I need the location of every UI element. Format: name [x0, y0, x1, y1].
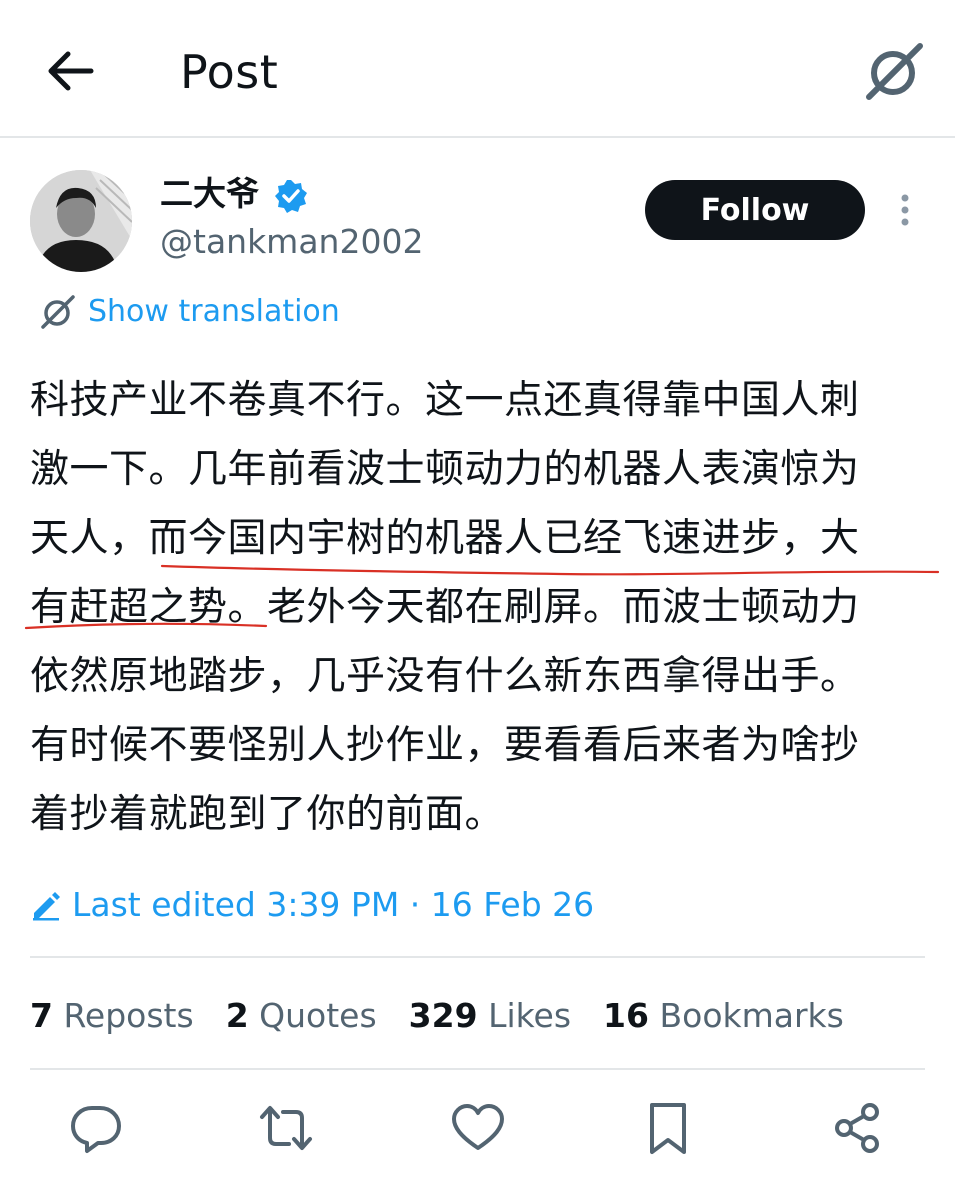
post-text-line: 着抄着就跑到了你的前面。 — [30, 792, 505, 837]
bookmark-icon[interactable] — [640, 1100, 696, 1156]
stat-count: 16 — [603, 996, 649, 1035]
bookmarks-stat[interactable]: 16 Bookmarks — [603, 990, 844, 1042]
post-text-line: 激一下。几年前看波士顿动力的机器人表演惊为 — [30, 447, 860, 492]
post-text-line: 依然原地踏步，几乎没有什么新东西拿得出手。 — [30, 654, 860, 699]
reposts-stat[interactable]: 7 Reposts — [30, 990, 194, 1042]
more-options-icon[interactable] — [890, 190, 920, 230]
author-display-name[interactable]: 二大爷 — [160, 172, 259, 216]
arrow-left-icon[interactable] — [44, 48, 96, 94]
page-title: Post — [180, 45, 279, 99]
show-translation-row[interactable]: Show translation — [40, 290, 340, 334]
stat-label: Bookmarks — [659, 996, 844, 1035]
post-text-line: 科技产业不卷真不行。这一点还真得靠中国人刺 — [30, 378, 860, 423]
divider — [30, 956, 925, 958]
show-translation-link[interactable]: Show translation — [88, 290, 340, 334]
post-text: 科技产业不卷真不行。这一点还真得靠中国人刺 激一下。几年前看波士顿动力的机器人表… — [30, 366, 935, 849]
stat-count: 7 — [30, 996, 53, 1035]
author-handle[interactable]: @tankman2002 — [160, 220, 423, 264]
last-edited-label[interactable]: Last edited 3:39 PM · 16 Feb 26 — [72, 880, 594, 930]
share-icon[interactable] — [830, 1100, 886, 1156]
stat-label: Likes — [488, 996, 572, 1035]
verified-badge-icon[interactable] — [274, 179, 308, 213]
reply-icon[interactable] — [68, 1100, 124, 1156]
grok-icon[interactable] — [864, 40, 926, 102]
last-edited-row[interactable]: Last edited 3:39 PM · 16 Feb 26 — [30, 880, 594, 930]
quotes-stat[interactable]: 2 Quotes — [226, 990, 377, 1042]
top-bar: Post — [0, 0, 955, 138]
like-icon[interactable] — [450, 1100, 506, 1156]
stat-label: Quotes — [259, 996, 377, 1035]
stat-count: 329 — [408, 996, 478, 1035]
grok-translate-icon — [40, 294, 76, 330]
stat-count: 2 — [225, 996, 249, 1035]
likes-stat[interactable]: 329 Likes — [409, 990, 571, 1042]
red-underline-annotation — [160, 564, 940, 576]
stat-label: Reposts — [63, 996, 194, 1035]
post-text-line: 有时候不要怪别人抄作业，要看看后来者为啥抄 — [30, 723, 860, 768]
divider — [30, 1068, 925, 1070]
engagement-stats: 7 Reposts 2 Quotes 329 Likes 16 Bookmark… — [30, 990, 876, 1042]
pencil-icon — [30, 889, 62, 921]
avatar[interactable] — [30, 170, 132, 272]
follow-button[interactable]: Follow — [645, 180, 865, 240]
red-underline-annotation — [24, 622, 268, 630]
repost-icon[interactable] — [258, 1100, 314, 1156]
